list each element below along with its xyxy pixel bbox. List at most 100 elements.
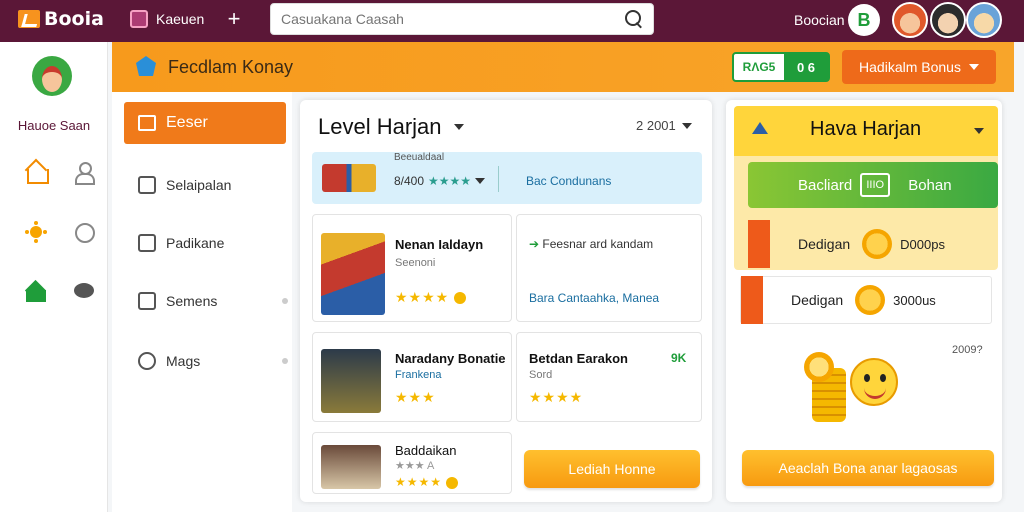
green-button-right: Bohan xyxy=(908,176,952,194)
green-button-left: Bacliard xyxy=(798,176,853,194)
bonus-row[interactable]: Dedigan 3000us xyxy=(740,276,992,324)
dot-icon xyxy=(282,298,288,304)
bonus-row-amount: 3000us xyxy=(893,292,936,308)
search-input[interactable] xyxy=(281,11,625,27)
logo-icon xyxy=(18,10,40,28)
bonus-row-label: Dedigan xyxy=(791,292,844,308)
square-icon xyxy=(138,292,156,310)
game-card[interactable]: Baddaikan ★★★ A ★★★★ xyxy=(312,432,512,494)
stat-value: 0 6 xyxy=(784,54,828,80)
card-title: Nenan Ialdayn xyxy=(395,237,484,252)
banner-top-text: Beeualdaal xyxy=(394,152,445,163)
game-thumbnail xyxy=(321,445,381,489)
banner-stat: 8/400 ★★★★ xyxy=(394,174,486,188)
bonus-row-marker xyxy=(741,276,763,324)
right-panel-title-bar[interactable]: Hava Harjan xyxy=(734,106,998,156)
friend-avatar[interactable] xyxy=(892,2,928,38)
bonus-row[interactable]: Dedigan D000ps xyxy=(748,220,998,268)
right-panel-title: Hava Harjan xyxy=(810,118,922,140)
game-card[interactable]: Betdan Earakon 9K Sord ★★★★ xyxy=(516,332,702,422)
coin-icon xyxy=(862,229,893,259)
card-subtitle: Frankena xyxy=(395,369,442,381)
home-icon[interactable] xyxy=(24,160,49,184)
green-action-button[interactable]: Bacliard IIIO Bohan xyxy=(748,162,998,208)
bonus-row-label: Dedigan xyxy=(798,236,851,252)
profile-name: Hauoe Saan xyxy=(17,118,91,133)
main-title: Level Harjan xyxy=(318,114,442,139)
dot-icon xyxy=(282,358,288,364)
subnav-active-label: Eeser xyxy=(166,114,208,131)
subnav-item-label: Semens xyxy=(166,293,218,309)
subnav-item[interactable]: Padikane xyxy=(138,234,288,252)
rating-stars: ★★★ xyxy=(395,389,436,405)
left-sidebar: Hauoe Saan xyxy=(0,42,108,512)
card-substars: ★★★ A xyxy=(395,460,435,472)
stat-badge[interactable]: RΛG5 0 6 xyxy=(732,52,830,82)
banner-right-text: Bac Condunans xyxy=(526,174,612,188)
game-card[interactable]: Naradany Bonatie Frankena ★★★ xyxy=(312,332,512,422)
folder-icon xyxy=(138,115,156,131)
subnav-item[interactable]: Mags xyxy=(138,352,288,370)
search-icon[interactable] xyxy=(625,10,643,28)
page-title: Fecdlam Konay xyxy=(168,57,294,77)
user-avatar[interactable]: B xyxy=(848,4,880,36)
coin-icon xyxy=(804,352,834,382)
subnav-item[interactable]: Semens xyxy=(138,292,288,310)
user-name[interactable]: Boocian xyxy=(794,12,845,28)
green-button-mid: IIIO xyxy=(860,173,891,197)
card-link[interactable]: Bara Cantaahka, Manea xyxy=(529,291,659,305)
bonus-dropdown-label: Hadikalm Bonus xyxy=(859,59,961,75)
chevron-down-icon xyxy=(974,128,984,134)
level-dropdown[interactable]: Level Harjan xyxy=(318,114,464,140)
chat-icon[interactable] xyxy=(72,280,96,304)
subnav-item[interactable]: Selaipalan xyxy=(138,176,288,194)
search-bar[interactable] xyxy=(270,3,654,35)
bonus-dropdown[interactable]: Hadikalm Bonus xyxy=(842,50,996,84)
chevron-down-icon xyxy=(968,64,979,70)
user-icon[interactable] xyxy=(72,160,96,185)
game-card[interactable]: Nenan Ialdayn Seenoni ★★★★ xyxy=(312,214,512,322)
logo-text: Booia xyxy=(44,8,104,30)
app-logo[interactable]: Booia xyxy=(18,8,104,30)
banner-image xyxy=(322,164,376,192)
coin-icon xyxy=(855,285,886,315)
bonus-row-marker xyxy=(748,220,770,268)
promo-banner[interactable]: Beeualdaal 8/400 ★★★★ Bac Condunans xyxy=(312,152,702,204)
bonus-row-amount: D000ps xyxy=(900,236,945,252)
rating-stars: ★★★★ xyxy=(428,174,472,188)
friend-avatar[interactable] xyxy=(966,2,1002,38)
card-title: Naradany Bonatie xyxy=(395,351,506,366)
rating-stars: ★★★★ xyxy=(395,475,459,489)
sidebar-row xyxy=(24,160,96,185)
chevron-down-icon xyxy=(475,178,486,184)
coin-icon xyxy=(446,476,459,489)
sidebar-row xyxy=(24,220,96,244)
divider xyxy=(498,166,499,192)
rating-stars: ★★★★ xyxy=(395,289,467,306)
clock-icon[interactable] xyxy=(72,220,96,244)
subnav-item-label: Selaipalan xyxy=(166,177,232,193)
nav-item[interactable]: Kaeuen xyxy=(130,10,204,28)
arrow-icon: ➔ xyxy=(529,237,540,251)
mountain-icon xyxy=(752,122,768,134)
subnav-item-active[interactable]: Eeser xyxy=(124,102,286,144)
rating-stars: ★★★★ xyxy=(529,389,584,405)
add-button[interactable]: + xyxy=(224,6,244,32)
profile-avatar[interactable] xyxy=(32,56,72,96)
sidebar-row xyxy=(24,280,96,304)
game-thumbnail xyxy=(321,233,385,315)
bonus-cta-button[interactable]: Aeaclah Bona anar lagaosas xyxy=(742,450,994,486)
smiley-mascot-icon xyxy=(850,358,898,406)
friend-avatar[interactable] xyxy=(930,2,966,38)
cta-button[interactable]: Lediah Honne xyxy=(524,450,700,488)
home-icon[interactable] xyxy=(24,280,48,304)
subnav-item-label: Padikane xyxy=(166,235,225,251)
nav-item-label: Kaeuen xyxy=(156,11,205,27)
game-thumbnail xyxy=(321,349,381,413)
bookmark-icon xyxy=(130,10,148,28)
calendar-icon xyxy=(138,234,156,252)
page-header: Fecdlam Konay RΛG5 0 6 Hadikalm Bonus xyxy=(112,42,1014,92)
sun-icon[interactable] xyxy=(24,220,48,244)
info-card[interactable]: ➔ Feesnar ard kandam Bara Cantaahka, Man… xyxy=(516,214,702,322)
date-selector[interactable]: 2 2001 xyxy=(636,118,692,133)
